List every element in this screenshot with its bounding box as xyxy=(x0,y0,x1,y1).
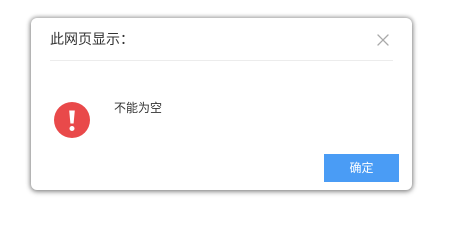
dialog-message: 不能为空 xyxy=(114,101,163,115)
alert-dialog: 此网页显示： 不能为空 确定 xyxy=(31,18,412,190)
title-divider xyxy=(50,60,393,61)
close-icon[interactable] xyxy=(375,32,391,48)
exclamation-circle-icon xyxy=(54,102,90,138)
ok-button[interactable]: 确定 xyxy=(324,154,399,182)
dialog-title: 此网页显示： xyxy=(50,32,134,48)
